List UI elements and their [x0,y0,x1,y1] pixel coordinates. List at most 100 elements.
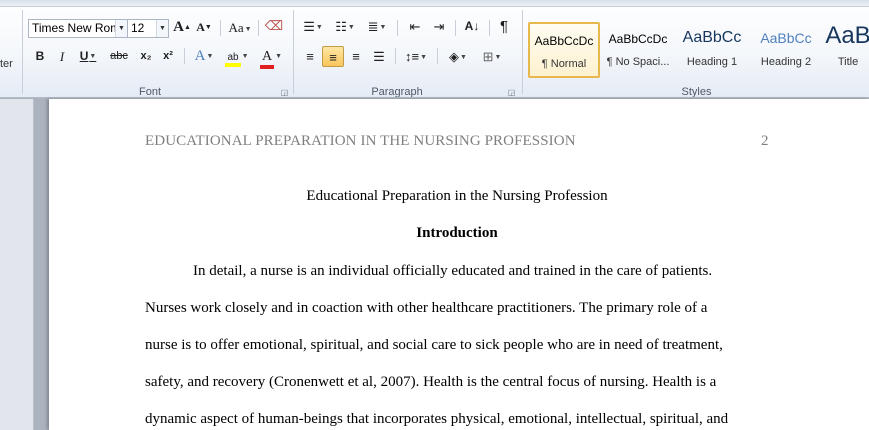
bullets-button[interactable]: ☰▼ [299,16,327,37]
shrink-font-button[interactable]: A▼ [195,17,213,38]
document-area: EDUCATIONAL PREPARATION IN THE NURSING P… [0,99,869,430]
border-grid-icon: ⊞ [482,49,494,64]
document-title[interactable]: Educational Preparation in the Nursing P… [49,188,865,205]
shrink-font-icon: A [196,20,205,34]
align-left-button[interactable]: ≡ [299,46,321,67]
strikethrough-button[interactable]: abc [106,46,132,67]
font-size-value: 12 [131,21,145,35]
underline-icon: U [79,49,89,63]
style-name: Title [837,56,859,68]
line-spacing-icon: ↕≡ [404,49,420,64]
grow-font-icon: A [173,19,184,35]
ribbon: ter Times New Rom ▼ 12 ▼ A▲ A▼ Aa▼ ⌫ B I… [0,0,869,98]
increase-indent-icon: ⇥ [433,19,445,34]
style-normal[interactable]: AaBbCcDc ¶ Normal [528,22,600,78]
italic-button[interactable]: I [52,46,72,67]
text-effects-icon: A [194,48,206,64]
align-right-button[interactable]: ≡ [345,46,367,67]
highlight-button[interactable]: ab ▼ [222,46,252,67]
shading-button[interactable]: ◈▼ [443,46,473,67]
chevron-down-icon[interactable]: ▼ [115,20,127,37]
numbering-button[interactable]: ☷▼ [331,16,359,37]
style-name: Heading 1 [686,56,738,68]
ribbon-top-strip [0,0,869,7]
underline-button[interactable]: U▼ [75,46,101,67]
divider [220,20,221,36]
group-separator [22,10,23,94]
show-formatting-button[interactable]: ¶ [495,16,513,37]
divider [489,20,490,36]
text-effects-button[interactable]: A▼ [190,46,218,67]
font-group: Times New Rom ▼ 12 ▼ A▲ A▼ Aa▼ ⌫ B I U▼ … [24,8,292,97]
navigation-pane-edge [0,99,34,430]
style-heading-1[interactable]: AaBbCc Heading 1 [676,22,748,78]
font-name-combo[interactable]: Times New Rom ▼ [28,19,128,38]
chevron-down-icon[interactable]: ▼ [156,20,168,37]
sort-button[interactable]: A↓ [461,16,483,37]
clear-formatting-button[interactable]: ⌫ [264,15,284,36]
style-name: ¶ No Spaci... [606,56,670,68]
decrease-indent-icon: ⇤ [409,19,421,34]
align-center-button[interactable]: ≡ [322,46,344,67]
bold-button[interactable]: B [30,46,50,67]
divider [437,48,438,64]
justify-button[interactable]: ☰ [368,46,390,67]
style-sample: AaB [825,22,869,49]
font-dialog-launcher-icon[interactable]: ◲ [280,88,289,97]
increase-indent-button[interactable]: ⇥ [429,16,449,37]
body-line[interactable]: In detail, a nurse is an individual offi… [145,263,771,280]
style-sample: AaBbCc [760,30,812,46]
align-right-icon: ≡ [352,49,360,64]
page-number[interactable]: 2 [761,133,769,150]
paragraph-dialog-launcher-icon[interactable]: ◲ [507,88,516,97]
document-page[interactable]: EDUCATIONAL PREPARATION IN THE NURSING P… [49,99,869,430]
font-name-value: Times New Rom [32,21,121,35]
font-group-label: Font [138,86,161,98]
superscript-icon: x² [163,50,173,62]
divider [258,20,259,36]
running-header[interactable]: EDUCATIONAL PREPARATION IN THE NURSING P… [145,133,576,150]
decrease-indent-button[interactable]: ⇤ [405,16,425,37]
grow-font-button[interactable]: A▲ [173,17,191,38]
body-line[interactable]: dynamic aspect of human-beings that inco… [145,411,771,428]
divider [397,20,398,36]
body-line[interactable]: Nurses work closely and in coaction with… [145,300,771,317]
paragraph-group: ☰▼ ☷▼ ≣▼ ⇤ ⇥ A↓ ¶ ≡ ≡ ≡ ☰ ↕≡▼ ◈▼ ⊞▼ Para… [295,8,521,97]
body-line[interactable]: safety, and recovery (Cronenwett et al, … [145,374,771,391]
justify-icon: ☰ [373,49,385,64]
italic-icon: I [59,49,65,64]
borders-button[interactable]: ⊞▼ [477,46,507,67]
superscript-button[interactable]: x² [158,46,178,67]
style-sample: AaBbCcDc [534,34,594,48]
sort-icon: A↓ [464,19,480,33]
divider [455,20,456,36]
paint-bucket-icon: ◈ [449,49,460,64]
highlight-icon: ab [225,52,241,67]
bullet-list-icon: ☰ [303,19,315,34]
subscript-icon: x₂ [140,50,152,62]
clipboard-group: ter [0,8,22,97]
bold-icon: B [35,49,45,63]
change-case-icon: Aa [228,20,244,35]
body-line[interactable]: nurse is to offer emotional, spiritual, … [145,337,771,354]
multilevel-list-button[interactable]: ≣▼ [363,16,391,37]
group-separator [522,10,523,94]
align-center-icon: ≡ [329,50,337,65]
section-heading[interactable]: Introduction [49,225,865,242]
font-color-button[interactable]: A ▼ [256,46,286,69]
clipboard-partial-label[interactable]: ter [0,58,13,70]
styles-group-label: Styles [681,86,712,98]
change-case-button[interactable]: Aa▼ [226,17,254,38]
group-separator [293,10,294,94]
font-color-icon: A [259,49,275,69]
style-name: Heading 2 [760,56,812,68]
line-spacing-button[interactable]: ↕≡▼ [401,46,431,67]
subscript-button[interactable]: x₂ [136,46,156,67]
style-title[interactable]: AaB Title [824,22,869,78]
paragraph-group-label: Paragraph [371,86,423,98]
style-no-spacing[interactable]: AaBbCcDc ¶ No Spaci... [602,22,674,78]
style-heading-2[interactable]: AaBbCc Heading 2 [750,22,822,78]
align-left-icon: ≡ [306,49,314,64]
strikethrough-icon: abc [110,50,128,62]
font-size-combo[interactable]: 12 ▼ [127,19,169,38]
